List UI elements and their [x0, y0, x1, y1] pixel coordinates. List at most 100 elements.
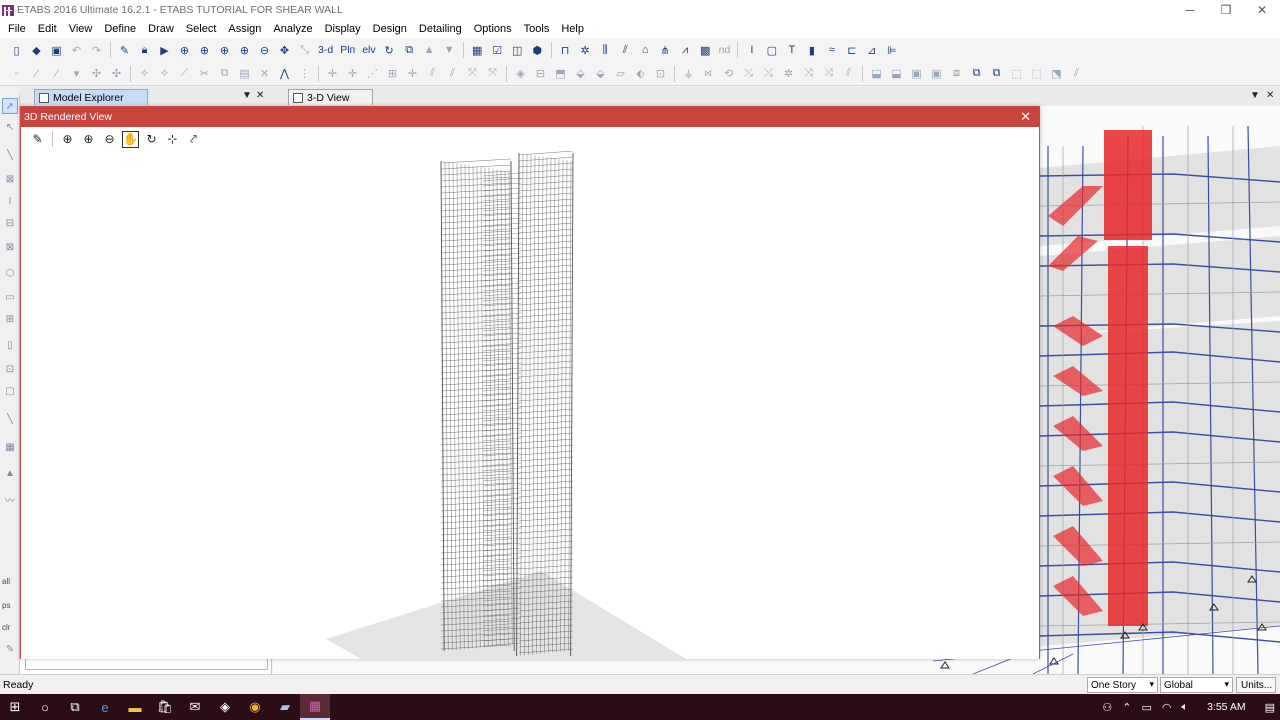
deformed-shape-icon[interactable]: ⫼	[597, 42, 614, 59]
snap-fine-icon[interactable]: ⫽	[444, 65, 461, 82]
draw-dimension-icon[interactable]: ▲	[2, 465, 18, 481]
draw-wall-icon[interactable]: ⟡	[156, 65, 173, 82]
rendered-view-titlebar[interactable]: 3D Rendered View ✕	[21, 107, 1039, 127]
close-window-button[interactable]: ✕	[1244, 0, 1280, 20]
display-load-icon[interactable]: ⬓	[868, 65, 885, 82]
rendered-view-close-button[interactable]: ✕	[1020, 109, 1031, 125]
moment-icon[interactable]: ⩘	[677, 42, 694, 59]
volume-icon[interactable]: 🔈︎	[1176, 701, 1193, 714]
previous-selection-button[interactable]: ps	[2, 601, 10, 610]
explorer-dropdown-icon[interactable]: ▼	[242, 90, 252, 101]
snap-edge-icon[interactable]: ⤧	[484, 65, 501, 82]
notes-app-icon[interactable]: ▰	[270, 694, 300, 720]
draw-beam-icon[interactable]: ⁄	[48, 65, 65, 82]
nd-button[interactable]: nd	[717, 44, 733, 56]
frame-icon[interactable]: ⊓	[557, 42, 574, 59]
menu-detailing[interactable]: Detailing	[413, 23, 468, 35]
mail-icon[interactable]: ✉	[180, 694, 210, 720]
select-tendon-icon[interactable]: ⊡	[652, 65, 669, 82]
pan-icon[interactable]: ✥	[276, 42, 293, 59]
force-diagram-icon[interactable]: ⫽	[617, 42, 634, 59]
steel-design-icon[interactable]: ⧉	[988, 65, 1005, 82]
load-pattern-icon[interactable]: ⊿	[863, 42, 880, 59]
assign-restraint-icon[interactable]: ⚶	[680, 65, 697, 82]
task-view-icon[interactable]: ⧉	[60, 694, 90, 720]
select-wall-icon[interactable]: ⬙	[592, 65, 609, 82]
menu-assign[interactable]: Assign	[222, 23, 267, 35]
select-all-button[interactable]: all	[2, 577, 10, 586]
concrete-design-icon[interactable]: ⧉	[968, 65, 985, 82]
section-designer-icon[interactable]: I	[743, 42, 760, 59]
elevation-view-button[interactable]: elv	[360, 44, 377, 56]
table-icon[interactable]: ⊫	[883, 42, 900, 59]
snap-line-icon[interactable]: ⫽	[424, 65, 441, 82]
menu-file[interactable]: File	[2, 23, 32, 35]
select-object-icon[interactable]: ◈	[512, 65, 529, 82]
draw-link-icon[interactable]: ✣	[108, 65, 125, 82]
display-frame-load-icon[interactable]: ▣	[928, 65, 945, 82]
action-center-icon[interactable]: ▤	[1260, 701, 1280, 714]
wall-section-icon[interactable]: ▮	[803, 42, 820, 59]
plan-view-button[interactable]: Plп	[338, 44, 357, 56]
maximize-button[interactable]: ❐	[1208, 0, 1244, 20]
area-section-icon[interactable]: ▢	[763, 42, 780, 59]
menu-draw[interactable]: Draw	[142, 23, 180, 35]
save-icon[interactable]: ▣	[48, 42, 65, 59]
story-dropdown[interactable]: One Story ▾	[1087, 677, 1158, 693]
pan-icon[interactable]: ✋	[122, 130, 139, 148]
snap-middle-icon[interactable]: ⋰	[364, 65, 381, 82]
display-joint-load-icon[interactable]: ▣	[908, 65, 925, 82]
select-solid-icon[interactable]: ▱	[612, 65, 629, 82]
draw-column-icon[interactable]: I	[2, 193, 18, 209]
joist-design-icon[interactable]: ⬚	[1028, 65, 1045, 82]
select-box-icon[interactable]: ⊟	[532, 65, 549, 82]
draw-wall-icon[interactable]: ⊞	[2, 311, 18, 327]
zoom-window-icon[interactable]: ⊕	[59, 131, 76, 148]
battery-icon[interactable]: ▭	[1136, 701, 1156, 714]
story-response-icon[interactable]: ⌂	[637, 42, 654, 59]
view-close-icon[interactable]: ✕	[1266, 90, 1274, 101]
reshape-icon[interactable]: ↖	[2, 119, 18, 135]
draw-joint-icon[interactable]: ◦	[8, 65, 25, 82]
zoom-window-icon[interactable]: ⊕	[176, 42, 193, 59]
minimize-button[interactable]: ─	[1172, 0, 1208, 20]
display-area-load-icon[interactable]: ⬓	[888, 65, 905, 82]
rotate-view-icon[interactable]: ↻	[143, 131, 160, 148]
edit-pencil-icon[interactable]: ✎	[29, 131, 46, 148]
draw-beam-region-icon[interactable]: ⊠	[2, 171, 18, 187]
assign-pier-icon[interactable]: ⤨	[800, 65, 817, 82]
draw-rect-floor-icon[interactable]: ▭	[2, 289, 18, 305]
assign-mass-icon[interactable]: ✲	[780, 65, 797, 82]
draw-wall-opening-icon[interactable]: ▯	[2, 337, 18, 353]
clear-selection-button[interactable]: clr	[2, 623, 10, 632]
assign-insertion-icon[interactable]: ⫽	[840, 65, 857, 82]
draw-brace-icon[interactable]: ✣	[88, 65, 105, 82]
draw-grid-icon[interactable]: ▦	[2, 439, 18, 455]
chrome-icon[interactable]: ◉	[240, 694, 270, 720]
people-icon[interactable]: ⚇	[1097, 701, 1117, 714]
replicate-icon[interactable]: ⋀	[276, 65, 293, 82]
tab-model-explorer[interactable]: Model Explorer	[34, 89, 148, 105]
search-circle-icon[interactable]: ○	[30, 694, 60, 720]
start-windows-icon[interactable]: ⊞	[0, 694, 30, 720]
draw-null-area-icon[interactable]: ▢	[2, 383, 18, 399]
set-display-options-icon[interactable]: ☑	[489, 42, 506, 59]
zoom-restore-icon[interactable]: ⊕	[196, 42, 213, 59]
move-down-icon[interactable]: ▼	[441, 42, 458, 59]
light-direction-icon[interactable]: ⤤	[185, 131, 202, 148]
draw-wall-stack-icon[interactable]: ⊡	[2, 361, 18, 377]
axes-icon[interactable]: ⊹	[164, 131, 181, 148]
menu-design[interactable]: Design	[367, 23, 413, 35]
box-icon[interactable]: ⬢	[529, 42, 546, 59]
zoom-out-icon[interactable]: ⊖	[256, 42, 273, 59]
draw-line-icon[interactable]: ╲	[2, 147, 18, 163]
diaphragm-icon[interactable]: ⊏	[843, 42, 860, 59]
view-dropdown-icon[interactable]: ▼	[1250, 90, 1260, 101]
draw-column-icon[interactable]: ▾	[68, 65, 85, 82]
assign-spandrel-icon[interactable]: ⤨	[820, 65, 837, 82]
redo-icon[interactable]: ↷	[88, 42, 105, 59]
file-explorer-icon[interactable]: ▬	[120, 694, 150, 720]
units-button[interactable]: Units...	[1236, 677, 1276, 693]
edge-browser-icon[interactable]: e	[90, 694, 120, 720]
menu-select[interactable]: Select	[180, 23, 223, 35]
